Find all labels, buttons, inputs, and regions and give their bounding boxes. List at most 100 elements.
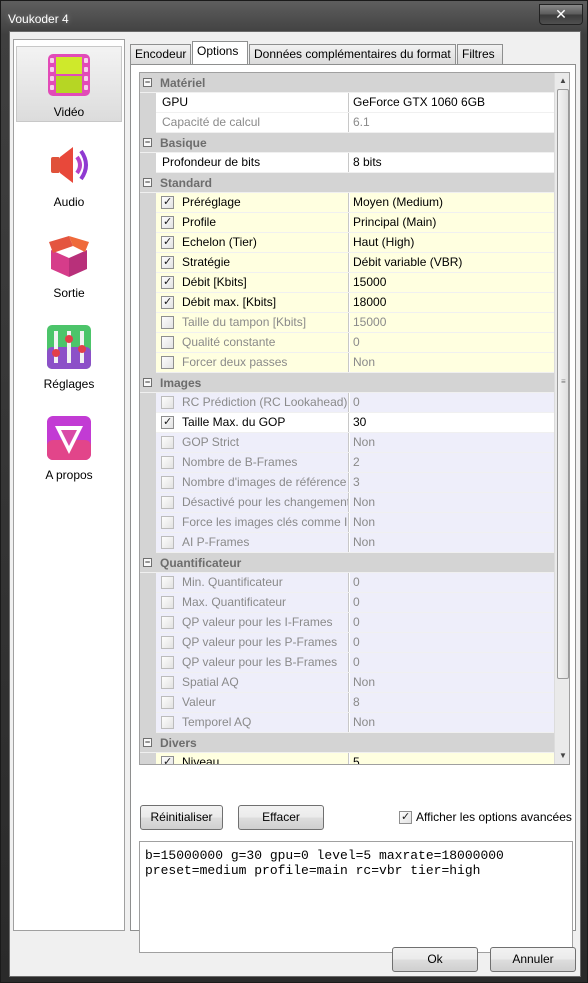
property-enable-checkbox[interactable] <box>161 576 174 589</box>
property-name-cell[interactable]: Max. Quantificateur <box>156 593 349 612</box>
sidebar-item-about[interactable]: A propos <box>16 410 122 486</box>
property-enable-checkbox[interactable] <box>161 716 174 729</box>
property-name-cell[interactable]: Min. Quantificateur <box>156 573 349 592</box>
property-enable-checkbox[interactable] <box>161 336 174 349</box>
property-value[interactable]: 8 bits <box>350 153 554 172</box>
property-value[interactable]: 0 <box>350 653 554 672</box>
property-row[interactable]: Nombre d'images de référence 3 <box>140 473 554 493</box>
tab-filters[interactable]: Filtres <box>457 44 503 64</box>
tab-encoder[interactable]: Encodeur <box>130 44 191 64</box>
property-value[interactable]: Non <box>350 533 554 552</box>
property-value[interactable]: 0 <box>350 573 554 592</box>
sidebar-item-output[interactable]: Sortie <box>16 228 122 304</box>
property-name-cell[interactable]: Valeur <box>156 693 349 712</box>
sidebar-item-video[interactable]: Vidéo <box>16 46 122 122</box>
property-row[interactable]: Taille du tampon [Kbits] 15000 <box>140 313 554 333</box>
property-value[interactable]: Non <box>350 673 554 692</box>
property-enable-checkbox[interactable] <box>161 756 174 764</box>
property-value[interactable]: 0 <box>350 613 554 632</box>
category-row[interactable]: − Quantificateur <box>140 553 554 573</box>
property-name-cell[interactable]: Taille Max. du GOP <box>156 413 349 432</box>
property-name-cell[interactable]: RC Prédiction (RC Lookahead) <box>156 393 349 412</box>
property-row[interactable]: Qualité constante 0 <box>140 333 554 353</box>
property-value[interactable]: 30 <box>350 413 554 432</box>
property-enable-checkbox[interactable] <box>161 476 174 489</box>
property-value[interactable]: Débit variable (VBR) <box>350 253 554 272</box>
property-enable-checkbox[interactable] <box>161 596 174 609</box>
property-name-cell[interactable]: AI P-Frames <box>156 533 349 552</box>
property-name-cell[interactable]: Stratégie <box>156 253 349 272</box>
tab-options[interactable]: Options <box>192 41 248 64</box>
property-enable-checkbox[interactable] <box>161 636 174 649</box>
property-name-cell[interactable]: Débit [Kbits] <box>156 273 349 292</box>
property-name-cell[interactable]: Qualité constante <box>156 333 349 352</box>
property-value[interactable]: Non <box>350 513 554 532</box>
clear-button[interactable]: Effacer <box>238 805 324 830</box>
property-row[interactable]: Désactivé pour les changement Non <box>140 493 554 513</box>
property-row[interactable]: Préréglage Moyen (Medium) <box>140 193 554 213</box>
property-enable-checkbox[interactable] <box>161 656 174 669</box>
property-row[interactable]: Capacité de calcul 6.1 <box>140 113 554 133</box>
property-row[interactable]: AI P-Frames Non <box>140 533 554 553</box>
property-row[interactable]: Forcer deux passes Non <box>140 353 554 373</box>
property-enable-checkbox[interactable] <box>161 396 174 409</box>
property-value[interactable]: Haut (High) <box>350 233 554 252</box>
property-value[interactable]: 2 <box>350 453 554 472</box>
property-row[interactable]: Profondeur de bits 8 bits <box>140 153 554 173</box>
property-row[interactable]: Max. Quantificateur 0 <box>140 593 554 613</box>
property-row[interactable]: Spatial AQ Non <box>140 673 554 693</box>
property-name-cell[interactable]: Force les images clés comme ID <box>156 513 349 532</box>
property-row[interactable]: QP valeur pour les I-Frames 0 <box>140 613 554 633</box>
property-row[interactable]: GOP Strict Non <box>140 433 554 453</box>
property-enable-checkbox[interactable] <box>161 696 174 709</box>
property-value[interactable]: Non <box>350 353 554 372</box>
property-row[interactable]: Nombre de B-Frames 2 <box>140 453 554 473</box>
property-value[interactable]: 0 <box>350 593 554 612</box>
vertical-scrollbar[interactable]: ▲ ≡ ▼ <box>554 73 569 764</box>
property-enable-checkbox[interactable] <box>161 196 174 209</box>
property-row[interactable]: GPU GeForce GTX 1060 6GB <box>140 93 554 113</box>
advanced-options-toggle[interactable]: Afficher les options avancées <box>399 810 572 824</box>
property-name-cell[interactable]: GPU <box>156 93 349 112</box>
ok-button[interactable]: Ok <box>392 947 478 972</box>
property-enable-checkbox[interactable] <box>161 356 174 369</box>
property-enable-checkbox[interactable] <box>161 616 174 629</box>
property-name-cell[interactable]: QP valeur pour les I-Frames <box>156 613 349 632</box>
property-enable-checkbox[interactable] <box>161 676 174 689</box>
property-value[interactable]: 0 <box>350 333 554 352</box>
property-row[interactable]: Valeur 8 <box>140 693 554 713</box>
tab-format-data[interactable]: Données complémentaires du format <box>249 44 456 64</box>
collapse-icon[interactable]: − <box>143 378 152 387</box>
property-enable-checkbox[interactable] <box>161 496 174 509</box>
property-enable-checkbox[interactable] <box>161 516 174 529</box>
category-row[interactable]: − Standard <box>140 173 554 193</box>
command-line-output[interactable]: b=15000000 g=30 gpu=0 level=5 maxrate=18… <box>139 841 573 953</box>
property-row[interactable]: Force les images clés comme ID Non <box>140 513 554 533</box>
property-name-cell[interactable]: Taille du tampon [Kbits] <box>156 313 349 332</box>
category-row[interactable]: − Matériel <box>140 73 554 93</box>
category-row[interactable]: − Basique <box>140 133 554 153</box>
property-value[interactable]: Moyen (Medium) <box>350 193 554 212</box>
property-enable-checkbox[interactable] <box>161 536 174 549</box>
scroll-thumb[interactable]: ≡ <box>557 89 569 679</box>
property-enable-checkbox[interactable] <box>161 456 174 469</box>
property-value[interactable]: 18000 <box>350 293 554 312</box>
reset-button[interactable]: Réinitialiser <box>140 805 223 830</box>
property-name-cell[interactable]: Echelon (Tier) <box>156 233 349 252</box>
property-enable-checkbox[interactable] <box>161 316 174 329</box>
property-enable-checkbox[interactable] <box>161 436 174 449</box>
property-value[interactable]: 15000 <box>350 273 554 292</box>
property-name-cell[interactable]: Profondeur de bits <box>156 153 349 172</box>
property-name-cell[interactable]: Profile <box>156 213 349 232</box>
property-value[interactable]: Non <box>350 713 554 732</box>
property-row[interactable]: Profile Principal (Main) <box>140 213 554 233</box>
category-row[interactable]: − Divers <box>140 733 554 753</box>
property-value[interactable]: GeForce GTX 1060 6GB <box>350 93 554 112</box>
property-name-cell[interactable]: QP valeur pour les P-Frames <box>156 633 349 652</box>
property-name-cell[interactable]: Temporel AQ <box>156 713 349 732</box>
property-enable-checkbox[interactable] <box>161 256 174 269</box>
property-enable-checkbox[interactable] <box>161 216 174 229</box>
property-value[interactable]: 3 <box>350 473 554 492</box>
sidebar-item-settings[interactable]: Réglages <box>16 319 122 395</box>
property-row[interactable]: Stratégie Débit variable (VBR) <box>140 253 554 273</box>
